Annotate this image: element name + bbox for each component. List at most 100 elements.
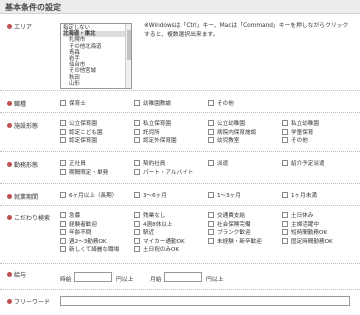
facility-checkbox[interactable]: 私立保育園 [134,119,171,127]
checkbox-box[interactable] [282,220,288,227]
checkbox-box[interactable] [134,137,140,143]
checkbox-box[interactable] [208,212,214,218]
checkbox-box[interactable] [134,160,140,166]
checkbox-box[interactable] [282,120,288,126]
preferences-checkbox[interactable]: 主婦活躍中 [282,220,319,228]
checkbox-box[interactable] [134,100,140,106]
period-option-label: 1〜3ヶ月 [217,193,241,199]
checkbox-box[interactable] [60,120,66,126]
facility-checkbox[interactable]: 認定外保育園 [134,136,177,144]
occupation-checkbox[interactable]: その他 [208,99,234,107]
checkbox-box[interactable] [134,220,140,227]
checkbox-box[interactable] [282,160,288,166]
checkbox-box[interactable] [60,212,66,218]
checkbox-box[interactable] [208,220,214,227]
period-checkbox[interactable]: 1ヶ月未満 [282,191,317,199]
occupation-checkbox[interactable]: 保育士 [60,99,86,107]
checkbox-box[interactable] [208,128,214,135]
checkbox-box[interactable] [134,229,140,235]
preferences-checkbox[interactable]: ブランク歓迎 [208,228,251,236]
facility-checkbox[interactable]: 病院内保育施設 [208,128,256,136]
checkbox-box[interactable] [60,100,66,106]
checkbox-box[interactable] [60,137,66,143]
period-checkbox[interactable]: 1〜3ヶ月 [208,191,241,199]
checkbox-box[interactable] [60,237,66,244]
preferences-checkbox[interactable]: 急募 [60,211,80,219]
checkbox-box[interactable] [134,192,140,198]
checkbox-box[interactable] [208,192,214,198]
facility-checkbox[interactable]: 公立幼稚園 [208,119,245,127]
occupation-checkbox[interactable]: 幼稚園教諭 [134,99,171,107]
period-option-label: 1ヶ月未満 [291,193,317,199]
checkbox-box[interactable] [208,100,214,106]
checkbox-box[interactable] [134,246,140,252]
preferences-checkbox[interactable]: 週2〜3勤務OK [60,237,107,245]
hourly-salary-input[interactable] [74,272,112,282]
checkbox-box[interactable] [134,237,140,244]
checkbox-box[interactable] [208,120,214,126]
checkbox-box[interactable] [60,246,66,252]
area-label-text: エリア [14,24,33,31]
checkbox-box[interactable] [282,212,288,218]
facility-option-label: 認定こども園 [69,129,103,136]
employment-checkbox[interactable]: 派遣 [208,159,228,167]
employment-checkbox[interactable]: 正社員 [60,159,86,167]
area-scrollbar[interactable] [125,24,131,88]
facility-checkbox[interactable]: 認定保育園 [60,136,97,144]
period-checkbox[interactable]: 3〜6ヶ月 [134,191,167,199]
checkbox-box[interactable] [282,237,288,244]
checkbox-box[interactable] [60,128,66,135]
checkbox-box[interactable] [60,192,66,198]
facility-checkbox[interactable]: その他 [282,136,308,144]
area-select[interactable]: 指定しない 北海道・東北 札幌市 その他北海道 青森 岩手 仙台市 その他宮城 秋田 山形 [60,23,132,89]
occupation-option-label: 幼稚園教諭 [143,101,171,107]
checkbox-box[interactable] [282,192,288,198]
preferences-checkbox[interactable]: 土日休み [282,211,313,219]
area-scroll-thumb[interactable] [127,30,131,60]
checkbox-box[interactable] [60,229,66,235]
checkbox-box[interactable] [208,229,214,235]
preferences-checkbox[interactable]: 固定時間勤務OK [282,237,333,245]
preferences-checkbox[interactable]: 新しくて綺麗な職場 [60,245,119,253]
employment-checkbox[interactable]: 紹介予定派遣 [282,159,325,167]
facility-checkbox[interactable]: 私立幼稚園 [282,119,319,127]
employment-checkbox[interactable]: 契約社員 [134,159,165,167]
preferences-checkbox[interactable]: マイカー通勤OK [134,237,185,245]
employment-checkbox[interactable]: 期間限定・単発 [60,168,108,176]
facility-checkbox[interactable]: 学童保育 [282,128,313,136]
checkbox-box[interactable] [134,212,140,218]
checkbox-box[interactable] [282,128,288,135]
facility-checkbox[interactable]: 幼児教室 [208,136,239,144]
checkbox-box[interactable] [134,128,140,135]
preferences-checkbox[interactable]: 未経験・新卒歓迎 [208,237,262,245]
preferences-option-label: 新しくて綺麗な職場 [69,247,120,253]
checkbox-box[interactable] [282,229,288,235]
period-checkbox[interactable]: 6ヶ月以上（長期） [60,191,117,199]
checkbox-box[interactable] [60,160,66,166]
preferences-checkbox[interactable]: 駅近 [134,228,154,236]
preferences-checkbox[interactable]: 社会保険完備 [208,220,251,228]
facility-checkbox[interactable]: 託児所 [134,128,160,136]
checkbox-box[interactable] [134,169,140,175]
bullet-icon [7,215,12,220]
checkbox-box[interactable] [208,237,214,244]
preferences-checkbox[interactable]: 短時間勤務OK [282,228,327,236]
preferences-checkbox[interactable]: 年齢不問 [60,228,91,236]
checkbox-box[interactable] [208,160,214,166]
checkbox-box[interactable] [208,137,214,143]
checkbox-box[interactable] [134,120,140,126]
facility-checkbox[interactable]: 認定こども園 [60,128,103,136]
checkbox-box[interactable] [60,169,66,175]
employment-checkbox[interactable]: パート・アルバイト [134,168,193,176]
preferences-checkbox[interactable]: 経験者歓迎 [60,220,97,228]
freeword-input[interactable] [60,296,350,306]
facility-checkbox[interactable]: 公立保育園 [60,119,97,127]
area-option[interactable]: 山形 [63,81,129,87]
checkbox-box[interactable] [282,137,288,143]
preferences-checkbox[interactable]: 交通費支給 [208,211,245,219]
monthly-salary-input[interactable] [164,272,202,282]
preferences-checkbox[interactable]: 4週8休以上 [134,220,173,228]
checkbox-box[interactable] [60,220,66,227]
preferences-checkbox[interactable]: 土日祝のみOK [134,245,179,253]
preferences-checkbox[interactable]: 残業なし [134,211,165,219]
